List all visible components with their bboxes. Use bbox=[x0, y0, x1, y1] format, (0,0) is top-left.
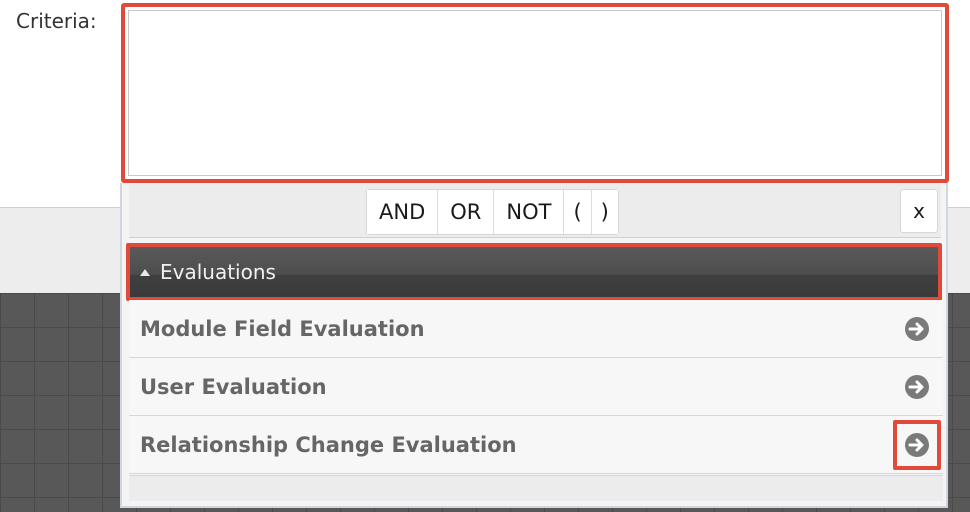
arrow-right-circle-icon[interactable] bbox=[893, 419, 941, 470]
list-item-relationship-change-evaluation[interactable]: Relationship Change Evaluation bbox=[129, 416, 943, 474]
and-button[interactable]: AND bbox=[367, 190, 439, 234]
open-paren-button[interactable]: ( bbox=[564, 190, 592, 234]
criteria-input-area[interactable] bbox=[128, 10, 942, 176]
criteria-builder-panel: AND OR NOT ( ) x Evaluations Module Fiel… bbox=[120, 183, 948, 508]
or-button[interactable]: OR bbox=[438, 190, 495, 234]
operator-button-group: AND OR NOT ( ) bbox=[366, 189, 619, 235]
list-item-label: Relationship Change Evaluation bbox=[140, 432, 517, 457]
operator-toolbar: AND OR NOT ( ) x bbox=[129, 183, 941, 238]
evaluations-list: Module Field Evaluation User Evaluation … bbox=[129, 300, 943, 474]
list-item-label: Module Field Evaluation bbox=[140, 316, 425, 341]
list-item-label: User Evaluation bbox=[140, 374, 327, 399]
list-item-module-field-evaluation[interactable]: Module Field Evaluation bbox=[129, 300, 943, 358]
close-paren-button[interactable]: ) bbox=[591, 190, 618, 234]
arrow-right-circle-icon[interactable] bbox=[901, 313, 933, 345]
arrow-right-circle-icon[interactable] bbox=[901, 371, 933, 403]
list-footer bbox=[129, 475, 943, 501]
criteria-label: Criteria: bbox=[16, 9, 97, 33]
not-button[interactable]: NOT bbox=[494, 190, 565, 234]
evaluations-section-header[interactable]: Evaluations bbox=[126, 243, 942, 301]
list-item-user-evaluation[interactable]: User Evaluation bbox=[129, 358, 943, 416]
collapse-triangle-icon bbox=[140, 268, 150, 276]
evaluations-title: Evaluations bbox=[160, 260, 276, 284]
criteria-field[interactable] bbox=[121, 3, 949, 183]
close-button[interactable]: x bbox=[900, 189, 938, 233]
